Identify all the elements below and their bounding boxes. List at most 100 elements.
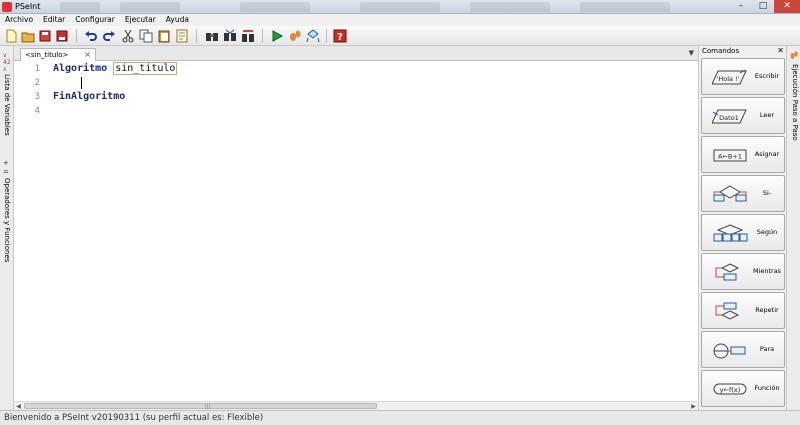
status-bar: Bienvenido a PSeInt v20190311 (su perfil… xyxy=(0,410,800,425)
command-label: Según xyxy=(756,228,778,236)
tab-variable-list[interactable]: v 42 x Lista de Variables xyxy=(0,50,14,154)
menu-configurar[interactable]: Configurar xyxy=(70,14,120,26)
tab-operators-functions[interactable]: + = Operadores y Funciones xyxy=(0,158,14,288)
scrollbar-thumb[interactable]: ||| xyxy=(24,403,377,410)
menu-archivo[interactable]: Archivo xyxy=(0,14,38,26)
function-box-icon: y←f(x) xyxy=(712,380,748,399)
toolbar: ? xyxy=(0,26,800,46)
switch-case-icon xyxy=(712,224,748,243)
command-escribir-button[interactable]: 'Hola !' Escribir xyxy=(701,58,785,95)
menu-ayuda[interactable]: Ayuda xyxy=(161,14,194,26)
command-label: Para xyxy=(759,345,775,353)
command-mientras-button[interactable]: Mientras xyxy=(701,253,785,290)
right-side-panel: Ejecución Paso a Paso xyxy=(786,46,800,410)
background-tab-ghost xyxy=(360,2,440,12)
line-number-gutter: 1 2 3 4 xyxy=(14,61,44,401)
help-icon[interactable]: ? xyxy=(333,29,347,43)
svg-text:x: x xyxy=(3,66,7,72)
menu-ejecutar[interactable]: Ejecutar xyxy=(120,14,161,26)
command-funcion-button[interactable]: y←f(x) Función xyxy=(701,370,785,407)
svg-text:+: + xyxy=(3,159,9,167)
close-panel-icon[interactable]: ✕ xyxy=(777,46,784,56)
operators-icon: + = xyxy=(2,158,12,176)
open-file-icon[interactable] xyxy=(21,29,35,43)
command-label: Repetir xyxy=(755,306,779,314)
redo-icon[interactable] xyxy=(102,29,116,43)
code-line-3: FinAlgoritmo xyxy=(53,91,125,102)
command-leer-button[interactable]: Dato1 Leer xyxy=(701,97,785,134)
command-label: Función xyxy=(754,384,780,392)
document-tab-label: <sin_titulo> xyxy=(25,51,69,59)
window-title: PSeInt xyxy=(15,2,41,11)
find-next-icon[interactable] xyxy=(223,29,237,43)
save-as-icon[interactable] xyxy=(55,29,69,43)
toolbar-separator xyxy=(326,29,327,43)
command-para-button[interactable]: Para xyxy=(701,331,785,368)
commands-panel: Comandos ✕ 'Hola !' Escribir Dato1 Leer … xyxy=(698,46,786,410)
assignment-box-icon: A←B+1 xyxy=(712,146,748,165)
step-icon[interactable] xyxy=(288,29,302,43)
svg-text:v: v xyxy=(3,52,7,59)
pseint-app-icon xyxy=(2,2,12,12)
title-bar: PSeInt – □ ✕ xyxy=(0,0,800,14)
menu-editar[interactable]: Editar xyxy=(38,14,70,26)
algorithm-name: sin_titulo xyxy=(113,62,178,75)
save-icon[interactable] xyxy=(38,29,52,43)
replace-icon[interactable] xyxy=(241,29,255,43)
close-tab-icon[interactable]: × xyxy=(84,49,91,61)
leer-glyph-text: Dato1 xyxy=(719,114,739,122)
code-editor[interactable]: 1 2 3 4 Algoritmo sin_titulo FinAlgoritm… xyxy=(14,61,698,401)
repeat-loop-icon xyxy=(712,302,748,321)
minimize-button[interactable]: – xyxy=(730,0,752,13)
line-number: 2 xyxy=(34,78,40,88)
funcion-glyph-text: y←f(x) xyxy=(720,386,741,394)
left-side-panel: v 42 x Lista de Variables + = Operadores y … xyxy=(0,46,14,410)
commands-header: Comandos ✕ xyxy=(699,46,787,56)
svg-text:?: ? xyxy=(337,32,343,43)
background-tab-ghost xyxy=(120,2,180,12)
find-icon[interactable] xyxy=(205,29,219,43)
edit-icon[interactable] xyxy=(175,29,189,43)
run-icon[interactable] xyxy=(270,29,284,43)
svg-text:42: 42 xyxy=(3,59,11,66)
line-number: 3 xyxy=(34,92,40,102)
tab-list-dropdown-icon[interactable]: ▼ xyxy=(689,49,694,57)
keyword-algoritmo: Algoritmo xyxy=(53,63,108,74)
command-asignar-button[interactable]: A←B+1 Asignar xyxy=(701,136,785,173)
keyword-finalgoritmo: FinAlgoritmo xyxy=(53,91,126,102)
menu-bar: Archivo Editar Configurar Ejecutar Ayuda xyxy=(0,14,800,26)
svg-text:=: = xyxy=(3,168,9,176)
background-tab-ghost xyxy=(580,2,670,12)
command-repetir-button[interactable]: Repetir xyxy=(701,292,785,329)
code-line-1: Algoritmo sin_titulo xyxy=(53,62,178,75)
toolbar-separator xyxy=(76,29,77,43)
document-tabstrip: <sin_titulo> × ▼ xyxy=(14,46,698,61)
flowchart-icon[interactable] xyxy=(306,29,320,43)
status-message: Bienvenido a PSeInt v20190311 (su perfil… xyxy=(4,413,264,423)
commands-title: Comandos xyxy=(702,47,740,55)
paste-icon[interactable] xyxy=(157,29,171,43)
horizontal-scrollbar[interactable]: ◀ ||| ▶ xyxy=(14,401,698,410)
text-caret xyxy=(81,77,82,89)
window-controls: – □ ✕ xyxy=(730,0,800,14)
line-number: 4 xyxy=(34,106,40,116)
command-segun-button[interactable]: Según xyxy=(701,214,785,251)
command-si-entonces-button[interactable]: Si-Entonces xyxy=(701,175,785,232)
copy-icon[interactable] xyxy=(139,29,153,43)
close-button[interactable]: ✕ xyxy=(774,0,800,13)
cut-icon[interactable] xyxy=(121,29,135,43)
new-file-icon[interactable] xyxy=(4,29,18,43)
operators-functions-label: Operadores y Funciones xyxy=(3,178,11,263)
while-loop-icon xyxy=(712,263,748,282)
tab-step-by-step-execution[interactable]: Ejecución Paso a Paso xyxy=(789,64,800,141)
toolbar-separator xyxy=(196,29,197,43)
document-tab[interactable]: <sin_titulo> × xyxy=(20,48,96,61)
maximize-button[interactable]: □ xyxy=(752,0,774,13)
toolbar-separator xyxy=(262,29,263,43)
undo-icon[interactable] xyxy=(84,29,98,43)
command-label: Si-Entonces xyxy=(752,189,782,232)
command-label: Escribir xyxy=(754,72,780,80)
asignar-glyph-text: A←B+1 xyxy=(718,153,742,161)
background-tab-ghost xyxy=(60,2,100,12)
command-label: Asignar xyxy=(754,150,780,158)
